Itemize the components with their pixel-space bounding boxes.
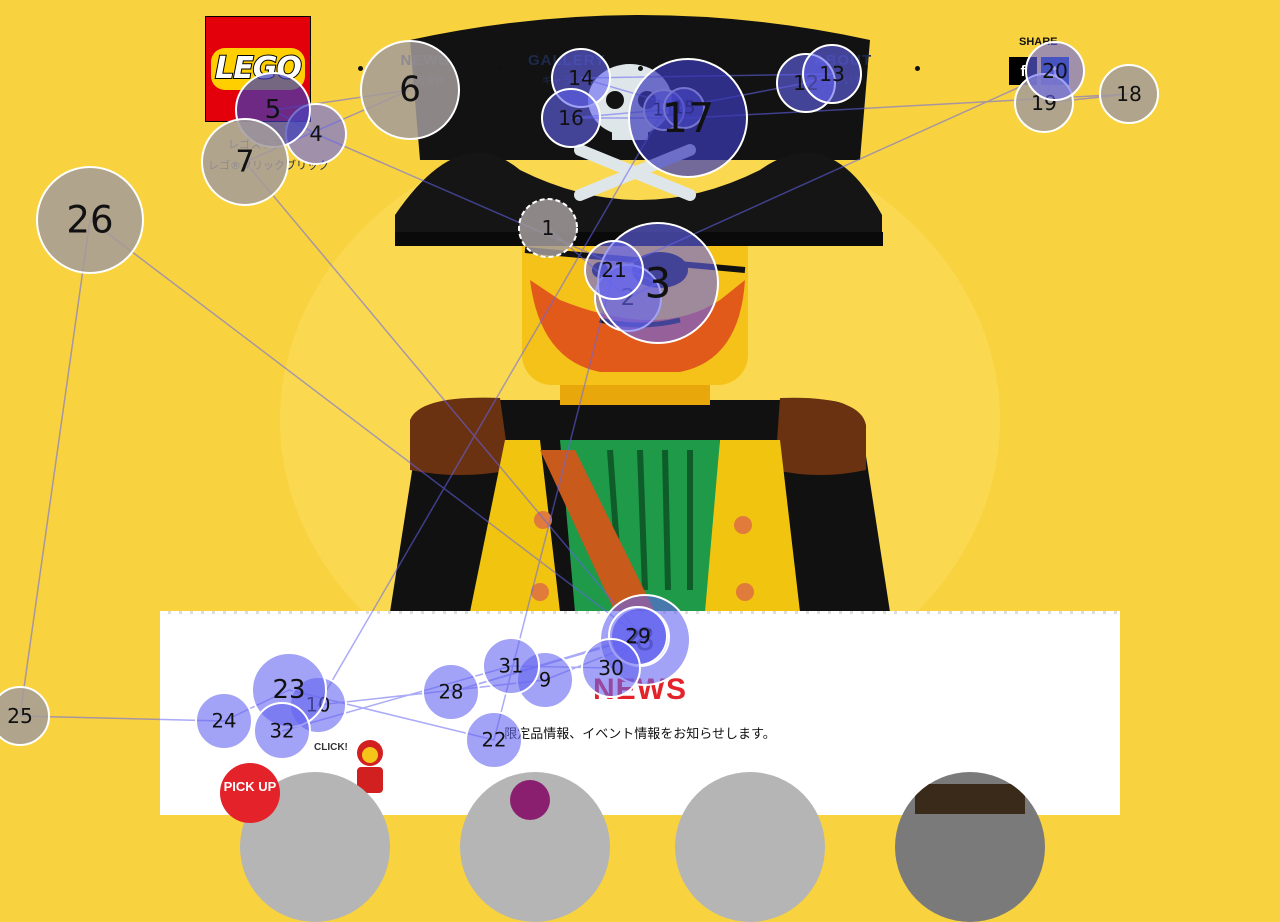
card-scene-shape	[915, 784, 1025, 814]
news-card-image[interactable]	[675, 772, 825, 922]
news-card-image[interactable]	[460, 772, 610, 922]
pickup-badge[interactable]: PICK UP	[220, 763, 280, 823]
nav-separator-dot	[915, 66, 920, 71]
nav-news-sub: 最新情報	[405, 76, 445, 87]
news-section: NEWS 限定品情報、イベント情報をお知らせします。 CLICK! PICK U…	[160, 611, 1120, 922]
twitter-share-button[interactable]: t	[1041, 57, 1069, 85]
click-label: CLICK!	[314, 742, 348, 753]
nav-separator-dot	[498, 66, 503, 71]
facebook-icon: f	[1020, 62, 1026, 80]
lego-logo[interactable]: LEGO	[205, 16, 311, 122]
nav-separator-dot	[638, 66, 643, 71]
news-card-image[interactable]	[895, 772, 1045, 922]
share-label: SHARE	[1019, 36, 1058, 48]
nav-news-label: NEWS	[400, 52, 450, 69]
facebook-share-button[interactable]: f	[1009, 57, 1037, 85]
pickup-badge-text: PICK UP	[223, 779, 277, 794]
nav-about-sub: について	[823, 76, 863, 87]
lego-store-link[interactable]: レゴストア	[228, 136, 283, 152]
nav-gallery-sub: ギャラリー	[542, 76, 592, 87]
card-figure-shape	[510, 780, 550, 820]
nav-about-label: ABOUT	[813, 52, 873, 69]
nav-item-news[interactable]: NEWS 最新情報	[395, 52, 455, 87]
click-brick-link[interactable]: レゴ®クリックブリック	[208, 157, 329, 173]
nav-item-about[interactable]: ABOUT について	[808, 52, 878, 87]
news-description: 限定品情報、イベント情報をお知らせします。	[504, 727, 776, 742]
twitter-icon: t	[1052, 62, 1058, 80]
nav-separator-dot	[778, 66, 783, 71]
nav-item-gallery[interactable]: GALLERY ギャラリー	[522, 52, 612, 87]
nav-separator-dot	[358, 66, 363, 71]
news-heading: NEWS	[593, 673, 687, 706]
nav-gallery-label: GALLERY	[527, 52, 607, 69]
lego-logo-text: LEGO	[211, 48, 305, 90]
